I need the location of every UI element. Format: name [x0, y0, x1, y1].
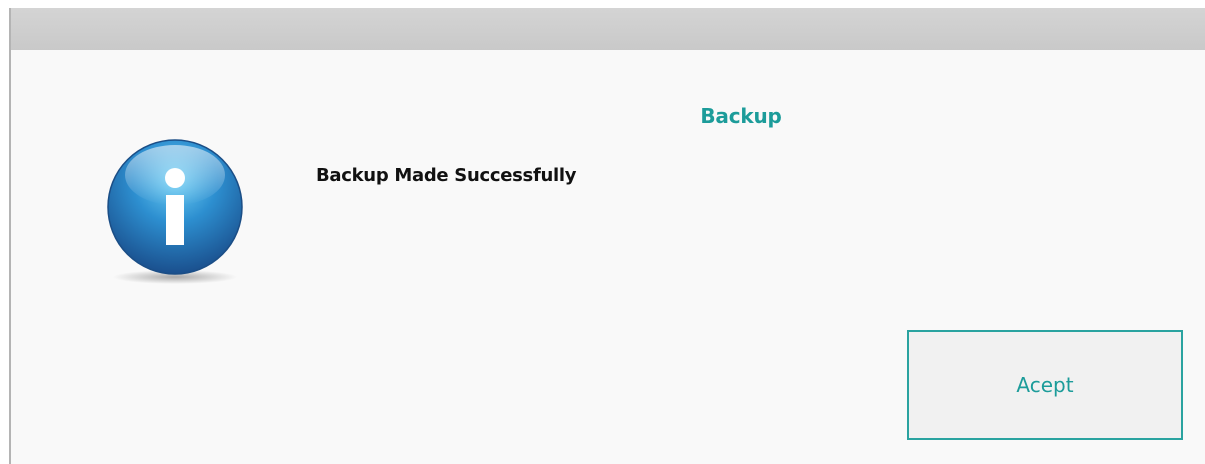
dialog-title: Backup: [700, 104, 782, 128]
accept-button[interactable]: Acept: [907, 330, 1183, 440]
dialog-content: Backup Backup Made Successfully Acept: [11, 50, 1205, 464]
info-icon: [107, 139, 243, 284]
dialog-titlebar[interactable]: [11, 8, 1205, 50]
backup-dialog: Backup Backup Made Successfully Acept: [9, 8, 1205, 464]
dialog-message: Backup Made Successfully: [316, 165, 577, 186]
